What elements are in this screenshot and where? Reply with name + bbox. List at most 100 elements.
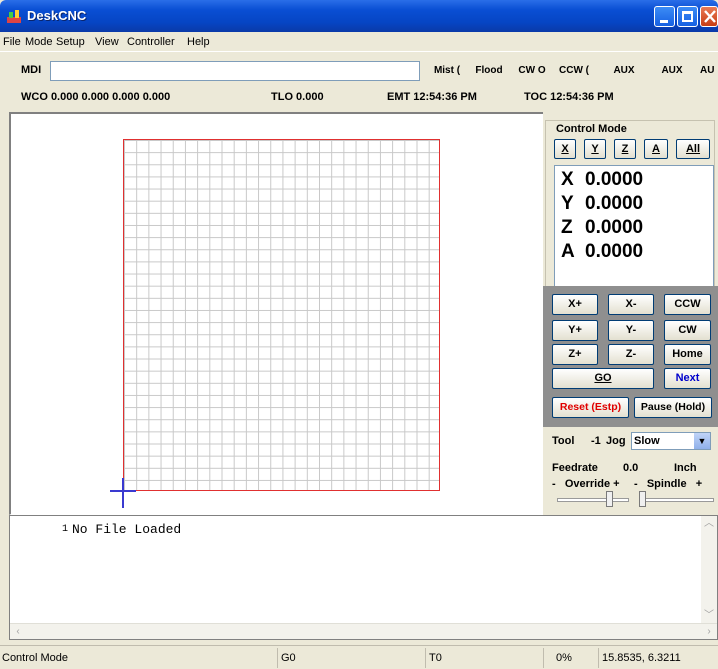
dro-value: 0.0000 bbox=[585, 169, 644, 190]
aux2-button[interactable]: AUX bbox=[658, 62, 686, 82]
mdi-label: MDI bbox=[21, 64, 42, 76]
tool-value: -1 bbox=[591, 435, 601, 447]
vertical-scrollbar[interactable]: ︿ ﹀ bbox=[701, 516, 717, 624]
dro-row-x: X 0.0000 bbox=[561, 169, 643, 191]
horizontal-scrollbar[interactable]: ‹ › bbox=[10, 623, 717, 639]
menu-controller[interactable]: Controller bbox=[127, 36, 175, 48]
spindle-slider[interactable] bbox=[639, 498, 714, 502]
minimize-icon bbox=[660, 20, 668, 23]
scroll-up-icon[interactable]: ︿ bbox=[701, 516, 717, 532]
scroll-left-icon[interactable]: ‹ bbox=[10, 624, 26, 640]
aux3-button[interactable]: AU bbox=[700, 62, 718, 82]
status-coordinates: 15.8535, 6.3211 bbox=[602, 652, 681, 664]
feedrate-label: Feedrate bbox=[552, 462, 598, 474]
home-button[interactable]: Home bbox=[664, 344, 711, 365]
axis-x-button[interactable]: X bbox=[554, 139, 576, 159]
line-number: 1 bbox=[62, 524, 69, 535]
axis-y-button[interactable]: Y bbox=[584, 139, 606, 159]
tlo-readout: TLO 0.000 bbox=[271, 91, 324, 103]
jog-x-minus-button[interactable]: X- bbox=[608, 294, 654, 315]
jog-cw-button[interactable]: CW bbox=[664, 320, 711, 341]
gcode-listing[interactable]: 1 No File Loaded ︿ ﹀ ‹ › bbox=[9, 515, 718, 640]
wco-readout: WCO 0.000 0.000 0.000 0.000 bbox=[21, 91, 171, 103]
override-label: - Override + bbox=[552, 478, 620, 490]
status-mode: Control Mode bbox=[2, 652, 69, 664]
origin-marker-vertical bbox=[122, 478, 124, 508]
dropdown-arrow-icon: ▼ bbox=[694, 433, 710, 449]
axis-z-button[interactable]: Z bbox=[614, 139, 636, 159]
axis-a-button[interactable]: A bbox=[644, 139, 668, 159]
jog-z-minus-button[interactable]: Z- bbox=[608, 344, 654, 365]
reset-estop-button[interactable]: Reset (Estp) bbox=[552, 397, 629, 418]
close-icon bbox=[704, 10, 716, 23]
minimize-button[interactable] bbox=[654, 6, 675, 27]
aux1-button[interactable]: AUX bbox=[610, 62, 638, 82]
work-area-grid bbox=[123, 139, 440, 491]
menu-help[interactable]: Help bbox=[187, 36, 210, 48]
spindle-slider-thumb[interactable] bbox=[639, 491, 646, 507]
maximize-icon bbox=[682, 11, 693, 22]
scroll-down-icon[interactable]: ﹀ bbox=[701, 608, 717, 624]
feedrate-value: 0.0 bbox=[623, 462, 639, 474]
dro-row-a: A 0.0000 bbox=[561, 241, 643, 263]
menu-view[interactable]: View bbox=[95, 36, 119, 48]
menu-file[interactable]: File bbox=[3, 36, 21, 48]
status-bar: Control Mode G0 T0 0% 15.8535, 6.3211 bbox=[0, 645, 718, 669]
override-slider[interactable] bbox=[557, 498, 629, 502]
jog-y-plus-button[interactable]: Y+ bbox=[552, 320, 598, 341]
dro-display: X 0.0000 Y 0.0000 Z 0.0000 A 0.0000 bbox=[554, 165, 714, 295]
dro-axis: A bbox=[561, 241, 575, 262]
dro-axis: X bbox=[561, 169, 574, 190]
units-label: Inch bbox=[674, 462, 697, 474]
jog-x-plus-button[interactable]: X+ bbox=[552, 294, 598, 315]
dro-value: 0.0000 bbox=[585, 193, 644, 214]
ccw-button[interactable]: CCW ( bbox=[556, 62, 592, 82]
deskcnc-app-icon bbox=[7, 10, 21, 23]
pause-hold-button[interactable]: Pause (Hold) bbox=[634, 397, 712, 418]
cw-button[interactable]: CW O bbox=[514, 62, 550, 82]
window-title: DeskCNC bbox=[27, 8, 87, 23]
menu-setup[interactable]: Setup bbox=[56, 36, 85, 48]
jog-ccw-button[interactable]: CCW bbox=[664, 294, 711, 315]
mdi-input[interactable] bbox=[50, 61, 420, 81]
emt-readout: EMT 12:54:36 PM bbox=[387, 91, 477, 103]
jog-controls: X+ X- CCW Y+ Y- CW Z+ Z- Home GO Next Re… bbox=[543, 286, 718, 515]
dro-row-y: Y 0.0000 bbox=[561, 193, 643, 215]
menu-mode[interactable]: Mode bbox=[25, 36, 53, 48]
tool-label: Tool bbox=[552, 435, 575, 447]
control-panel: Control Mode X Y Z A All X 0.0000 Y 0.0000… bbox=[543, 112, 718, 515]
mist-button[interactable]: Mist ( bbox=[428, 62, 466, 82]
dro-value: 0.0000 bbox=[585, 241, 644, 262]
close-button[interactable] bbox=[700, 6, 718, 27]
title-bar: DeskCNC bbox=[0, 0, 718, 32]
toc-readout: TOC 12:54:36 PM bbox=[524, 91, 614, 103]
status-gcode: G0 bbox=[281, 652, 296, 664]
jog-speed-value: Slow bbox=[634, 435, 660, 447]
status-separator bbox=[598, 648, 599, 668]
jog-z-plus-button[interactable]: Z+ bbox=[552, 344, 598, 365]
settings-panel: Tool -1 Jog Slow ▼ Feedrate 0.0 Inch - O… bbox=[543, 427, 718, 515]
dro-axis: Y bbox=[561, 193, 574, 214]
status-separator bbox=[277, 648, 278, 668]
dro-axis: Z bbox=[561, 217, 573, 238]
control-mode-group: Control Mode X Y Z A All X 0.0000 Y 0.0000… bbox=[545, 120, 715, 295]
toolpath-canvas[interactable] bbox=[9, 112, 543, 515]
status-separator bbox=[425, 648, 426, 668]
jog-y-minus-button[interactable]: Y- bbox=[608, 320, 654, 341]
position-status-row: WCO 0.000 0.000 0.000 0.000 TLO 0.000 EM… bbox=[0, 89, 718, 107]
code-line: No File Loaded bbox=[72, 522, 182, 537]
maximize-button[interactable] bbox=[677, 6, 698, 27]
flood-button[interactable]: Flood bbox=[470, 62, 508, 82]
next-button[interactable]: Next bbox=[664, 368, 711, 389]
jog-speed-label: Jog bbox=[606, 435, 626, 447]
override-slider-thumb[interactable] bbox=[606, 491, 613, 507]
go-button[interactable]: GO bbox=[552, 368, 654, 389]
jog-speed-select[interactable]: Slow ▼ bbox=[631, 432, 711, 450]
spindle-label: - Spindle + bbox=[634, 478, 703, 490]
status-percent: 0% bbox=[556, 652, 572, 664]
scroll-right-icon[interactable]: › bbox=[701, 624, 717, 640]
status-tool: T0 bbox=[429, 652, 442, 664]
dro-row-z: Z 0.0000 bbox=[561, 217, 643, 239]
axis-all-button[interactable]: All bbox=[676, 139, 710, 159]
status-separator bbox=[543, 648, 544, 668]
